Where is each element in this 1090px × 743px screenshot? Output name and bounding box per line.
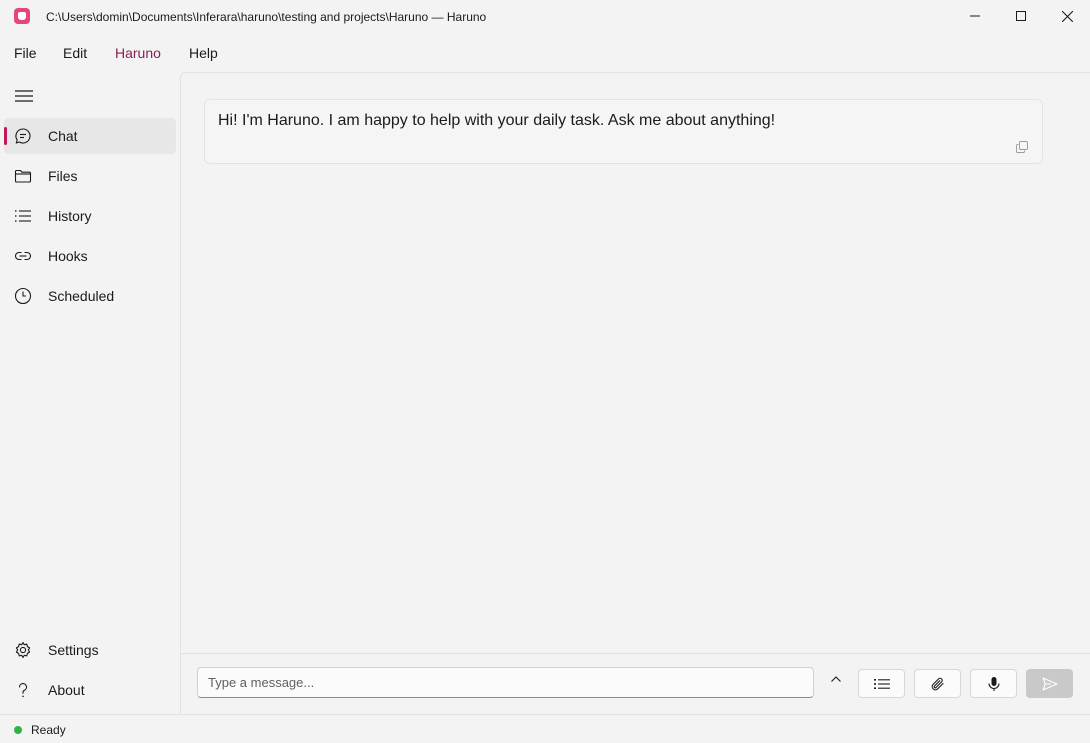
- selection-indicator: [4, 127, 7, 145]
- status-text: Ready: [31, 723, 66, 737]
- expand-button[interactable]: [827, 671, 845, 687]
- chat-panel: Hi! I'm Haruno. I am happy to help with …: [180, 72, 1090, 653]
- assistant-message: Hi! I'm Haruno. I am happy to help with …: [204, 99, 1043, 164]
- minimize-button[interactable]: [952, 0, 998, 32]
- sidebar-item-scheduled[interactable]: Scheduled: [4, 278, 176, 314]
- maximize-icon: [1016, 11, 1026, 21]
- sidebar-item-label: Hooks: [48, 248, 88, 264]
- title-bar: C:\Users\domin\Documents\Inferara\haruno…: [0, 0, 1090, 34]
- clock-icon: [14, 287, 32, 305]
- gear-icon: [15, 641, 31, 659]
- sidebar-item-label: Settings: [48, 642, 99, 658]
- sidebar-item-chat[interactable]: Chat: [4, 118, 176, 154]
- hamburger-icon[interactable]: [14, 87, 34, 105]
- sidebar-item-files[interactable]: Files: [4, 158, 176, 194]
- send-button[interactable]: [1026, 669, 1073, 698]
- message-input[interactable]: [197, 667, 814, 698]
- prompts-button[interactable]: [858, 669, 905, 698]
- status-bar: Ready: [0, 714, 1090, 743]
- sidebar-item-label: History: [48, 208, 92, 224]
- paperclip-icon: [931, 677, 944, 690]
- send-icon: [1041, 676, 1058, 691]
- message-composer: [180, 653, 1090, 714]
- menu-file[interactable]: File: [14, 44, 37, 62]
- sidebar-item-label: Scheduled: [48, 288, 115, 304]
- sidebar: Chat Files History Hooks Scheduled Setti…: [0, 72, 180, 714]
- sidebar-item-about[interactable]: About: [4, 672, 176, 708]
- close-icon: [1061, 10, 1073, 22]
- microphone-icon: [987, 676, 1000, 691]
- sidebar-item-label: Files: [48, 168, 78, 184]
- minimize-icon: [970, 15, 980, 17]
- message-text: Hi! I'm Haruno. I am happy to help with …: [218, 112, 776, 129]
- sidebar-item-label: Chat: [48, 128, 78, 144]
- window-title: C:\Users\domin\Documents\Inferara\haruno…: [46, 10, 487, 24]
- question-mark-icon: [18, 683, 28, 698]
- attach-button[interactable]: [914, 669, 961, 698]
- list-icon: [15, 210, 31, 222]
- menu-bar: File Edit Haruno Help: [0, 34, 1090, 72]
- app-window: C:\Users\domin\Documents\Inferara\haruno…: [0, 0, 1090, 743]
- chat-bubble-icon: [15, 128, 31, 144]
- sidebar-item-history[interactable]: History: [4, 198, 176, 234]
- voice-input-button[interactable]: [970, 669, 1017, 698]
- sidebar-item-hooks[interactable]: Hooks: [4, 238, 176, 274]
- link-icon: [14, 251, 32, 261]
- menu-help[interactable]: Help: [189, 44, 218, 62]
- haruno-app-icon: [14, 8, 30, 24]
- sidebar-item-label: About: [48, 682, 85, 698]
- folder-icon: [14, 169, 32, 183]
- status-indicator: [14, 726, 22, 734]
- copy-icon[interactable]: [1016, 141, 1028, 153]
- sidebar-item-settings[interactable]: Settings: [4, 632, 176, 668]
- close-button[interactable]: [1044, 0, 1090, 32]
- maximize-button[interactable]: [998, 0, 1044, 32]
- list-icon: [873, 678, 890, 689]
- chevron-up-icon: [831, 676, 841, 682]
- menu-edit[interactable]: Edit: [63, 44, 87, 62]
- menu-haruno[interactable]: Haruno: [115, 44, 161, 62]
